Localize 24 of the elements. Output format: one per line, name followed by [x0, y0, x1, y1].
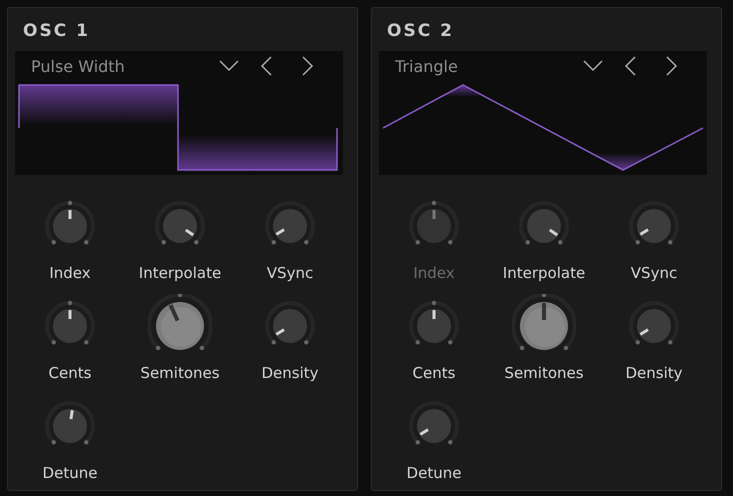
knob-label: Semitones	[140, 363, 220, 383]
chevron-left-icon	[624, 56, 636, 76]
knob-label: Index	[49, 263, 91, 283]
knob-label: Detune	[406, 463, 462, 483]
panel-title: OSC 2	[386, 20, 455, 43]
panel-title: OSC 1	[22, 20, 91, 43]
chevron-down-icon	[583, 60, 603, 72]
knob-label: VSync	[630, 263, 678, 283]
knob-label: Cents	[48, 363, 92, 383]
knob-label: Detune	[42, 463, 98, 483]
chevron-left-icon	[260, 56, 272, 76]
knob-label: Cents	[412, 363, 456, 383]
knob-label: Interpolate	[502, 263, 586, 283]
knob-label: Density	[261, 363, 319, 383]
chevron-right-icon	[666, 56, 678, 76]
chevron-down-icon	[219, 60, 239, 72]
knob-label: Density	[625, 363, 683, 383]
knob-label: Semitones	[504, 363, 584, 383]
chevron-right-icon	[302, 56, 314, 76]
knob-label: Index	[413, 263, 455, 283]
waveform-dropdown[interactable]: Triangle	[379, 51, 609, 81]
knob-label: Interpolate	[138, 263, 222, 283]
knob-label: VSync	[266, 263, 314, 283]
waveform-dropdown[interactable]: Pulse Width	[15, 51, 245, 81]
